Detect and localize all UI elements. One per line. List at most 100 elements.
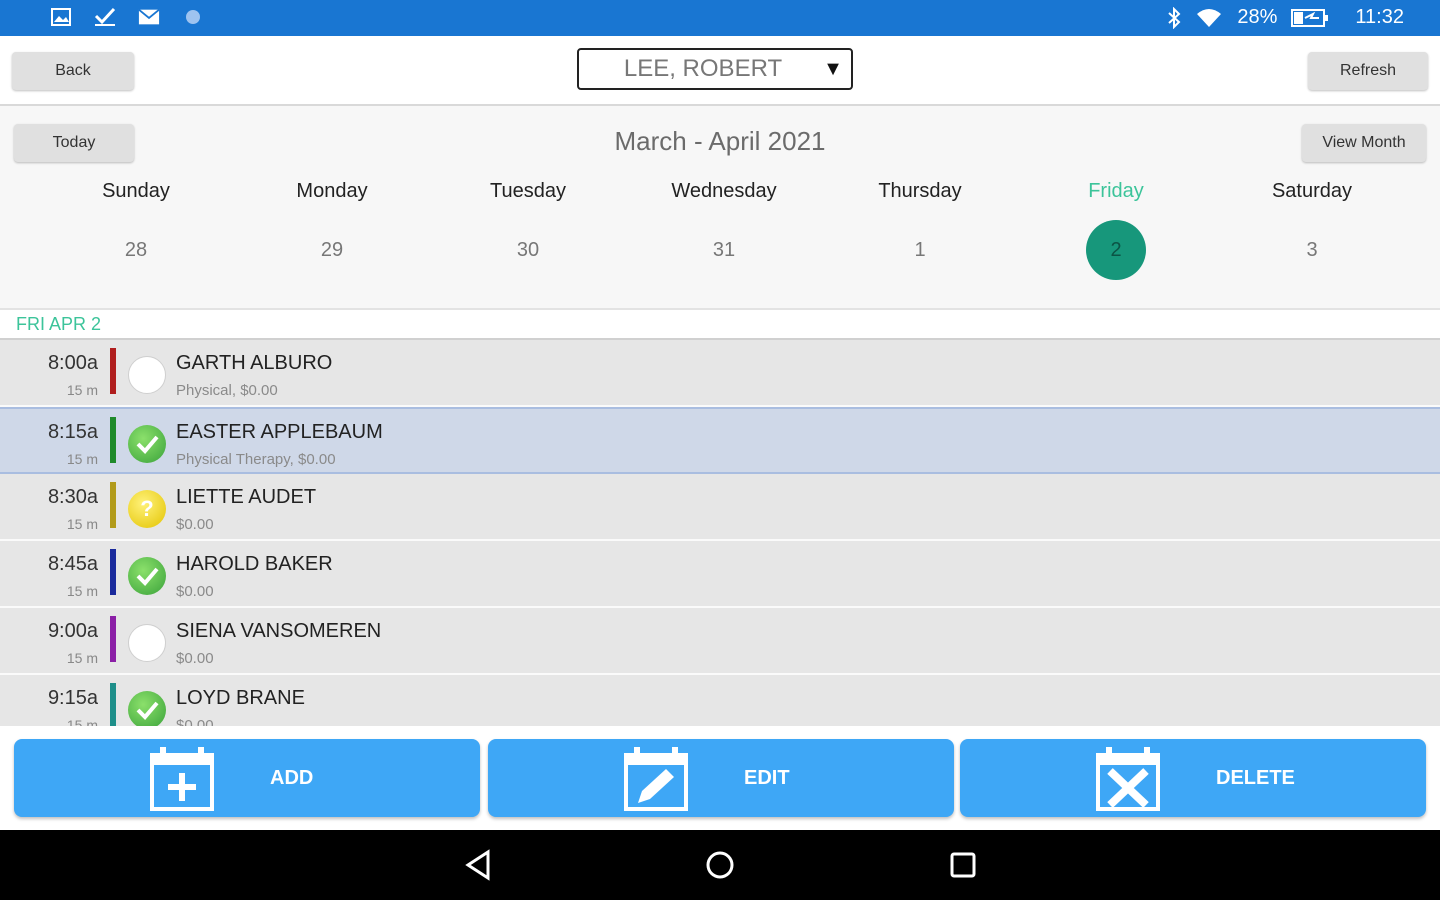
today-button[interactable]: Today <box>14 124 134 162</box>
patient-name: EASTER APPLEBAUM <box>176 421 383 443</box>
chevron-down-icon: ▼ <box>823 57 843 80</box>
calendar-delete-icon <box>1096 745 1160 816</box>
week-calendar: Today March - April 2021 View Month Sund… <box>0 106 1440 310</box>
back-triangle-icon[interactable] <box>462 848 496 882</box>
appointment-row-selected[interactable]: 8:15a 15 m EASTER APPLEBAUM Physical The… <box>0 407 1440 474</box>
date-number: 28 <box>124 238 148 261</box>
weekday-monday: Monday <box>296 180 368 202</box>
bluetooth-icon <box>1167 6 1181 29</box>
appointment-row[interactable]: 8:45a 15 m HAROLD BAKER $0.00 <box>0 541 1440 608</box>
appointment-desc: $0.00 <box>176 583 214 600</box>
weekday-friday: Friday <box>1088 180 1144 202</box>
weekday-row: Sunday Monday Tuesday Wednesday Thursday… <box>38 180 1410 203</box>
appointment-row[interactable]: 9:00a 15 m SIENA VANSOMEREN $0.00 <box>0 608 1440 675</box>
date-number: 29 <box>320 238 344 261</box>
appointment-desc: $0.00 <box>176 650 214 667</box>
appointment-duration: 15 m <box>66 516 98 532</box>
view-month-button[interactable]: View Month <box>1302 124 1426 162</box>
appointment-time: 9:00a <box>47 620 98 642</box>
edit-button[interactable]: EDIT <box>488 739 954 817</box>
appointment-time: 8:15a <box>47 421 98 443</box>
appointment-duration: 15 m <box>66 583 98 599</box>
date-cell[interactable]: 28 <box>38 220 234 280</box>
appointment-time: 9:15a <box>47 687 98 709</box>
day-label: FRI APR 2 <box>0 310 1440 340</box>
color-bar <box>110 348 116 394</box>
calendar-add-icon <box>150 745 214 816</box>
delete-label: DELETE <box>1216 767 1295 789</box>
appointment-desc: $0.00 <box>176 516 214 533</box>
clock: 11:32 <box>1355 6 1404 28</box>
patient-name: LOYD BRANE <box>176 687 305 709</box>
system-indicators: 28% 11:32 <box>1167 6 1404 29</box>
patient-name: GARTH ALBURO <box>176 352 333 374</box>
appointment-duration: 15 m <box>66 382 98 398</box>
checkmark-icon <box>128 425 166 463</box>
date-number: 31 <box>712 238 736 261</box>
add-button[interactable]: ADD <box>14 739 480 817</box>
color-bar <box>110 683 116 726</box>
date-row: 28 29 30 31 1 2 3 <box>38 220 1410 280</box>
date-cell-selected[interactable]: 2 <box>1018 220 1214 280</box>
appointment-duration: 15 m <box>66 650 98 666</box>
appointment-desc: Physical Therapy, $0.00 <box>176 451 336 468</box>
edit-label: EDIT <box>744 767 790 789</box>
appointment-row[interactable]: 9:15a 15 m LOYD BRANE $0.00 <box>0 675 1440 726</box>
battery-percent: 28% <box>1237 6 1278 28</box>
calendar-edit-icon <box>624 745 688 816</box>
weekday-tuesday: Tuesday <box>490 180 566 202</box>
wifi-icon <box>1195 7 1223 29</box>
notification-icons <box>50 6 204 28</box>
checkmark-icon <box>128 691 166 726</box>
date-number: 3 <box>1306 238 1318 261</box>
patient-name: LIETTE AUDET <box>176 486 317 508</box>
day-label-text: FRI APR 2 <box>16 314 102 334</box>
appointment-time: 8:00a <box>47 352 98 374</box>
appointment-time: 8:30a <box>47 486 98 508</box>
appointment-duration: 15 m <box>66 717 98 726</box>
add-label: ADD <box>270 767 314 789</box>
battery-icon <box>1291 8 1329 28</box>
navigation-bar <box>0 830 1440 900</box>
patient-name: SIENA VANSOMEREN <box>176 620 382 642</box>
weekday-wednesday: Wednesday <box>671 180 777 202</box>
date-cell[interactable]: 29 <box>234 220 430 280</box>
color-bar <box>110 417 116 463</box>
appointment-desc: Physical, $0.00 <box>176 382 278 399</box>
appointment-desc: $0.00 <box>176 717 214 726</box>
appointment-row[interactable]: 8:00a 15 m GARTH ALBURO Physical, $0.00 <box>0 340 1440 407</box>
checkmark-icon <box>128 557 166 595</box>
top-bar: Back LEE, ROBERT ▼ Refresh <box>0 36 1440 106</box>
weekday-thursday: Thursday <box>878 180 962 202</box>
status-bar: 28% 11:32 <box>0 0 1440 36</box>
date-cell[interactable]: 31 <box>626 220 822 280</box>
weekday-sunday: Sunday <box>102 180 170 202</box>
patient-name: HAROLD BAKER <box>176 553 333 575</box>
dot-icon <box>182 6 204 28</box>
appointment-list[interactable]: 8:00a 15 m GARTH ALBURO Physical, $0.00 … <box>0 340 1440 726</box>
date-cell[interactable]: 3 <box>1214 220 1410 280</box>
action-bar: ADD EDIT DELETE <box>0 726 1440 830</box>
provider-select[interactable]: LEE, ROBERT ▼ <box>577 48 853 90</box>
delete-button[interactable]: DELETE <box>960 739 1426 817</box>
appointment-row[interactable]: 8:30a 15 m ? LIETTE AUDET $0.00 <box>0 474 1440 541</box>
back-button[interactable]: Back <box>12 52 134 90</box>
date-cell[interactable]: 30 <box>430 220 626 280</box>
checkmark-icon <box>94 6 116 28</box>
question-icon: ? <box>128 490 166 528</box>
appointment-time: 8:45a <box>47 553 98 575</box>
color-bar <box>110 482 116 528</box>
date-cell[interactable]: 1 <box>822 220 1018 280</box>
calendar-title: March - April 2021 <box>614 126 826 156</box>
provider-name: LEE, ROBERT <box>623 55 783 82</box>
mail-icon <box>138 6 160 28</box>
selected-date-number: 2 <box>1086 220 1146 280</box>
appointment-duration: 15 m <box>66 451 98 467</box>
refresh-button[interactable]: Refresh <box>1308 52 1428 90</box>
recents-square-icon[interactable] <box>946 848 980 882</box>
date-number: 30 <box>516 238 540 261</box>
color-bar <box>110 549 116 595</box>
date-number: 1 <box>914 238 926 261</box>
color-bar <box>110 616 116 662</box>
home-circle-icon[interactable] <box>703 848 737 882</box>
